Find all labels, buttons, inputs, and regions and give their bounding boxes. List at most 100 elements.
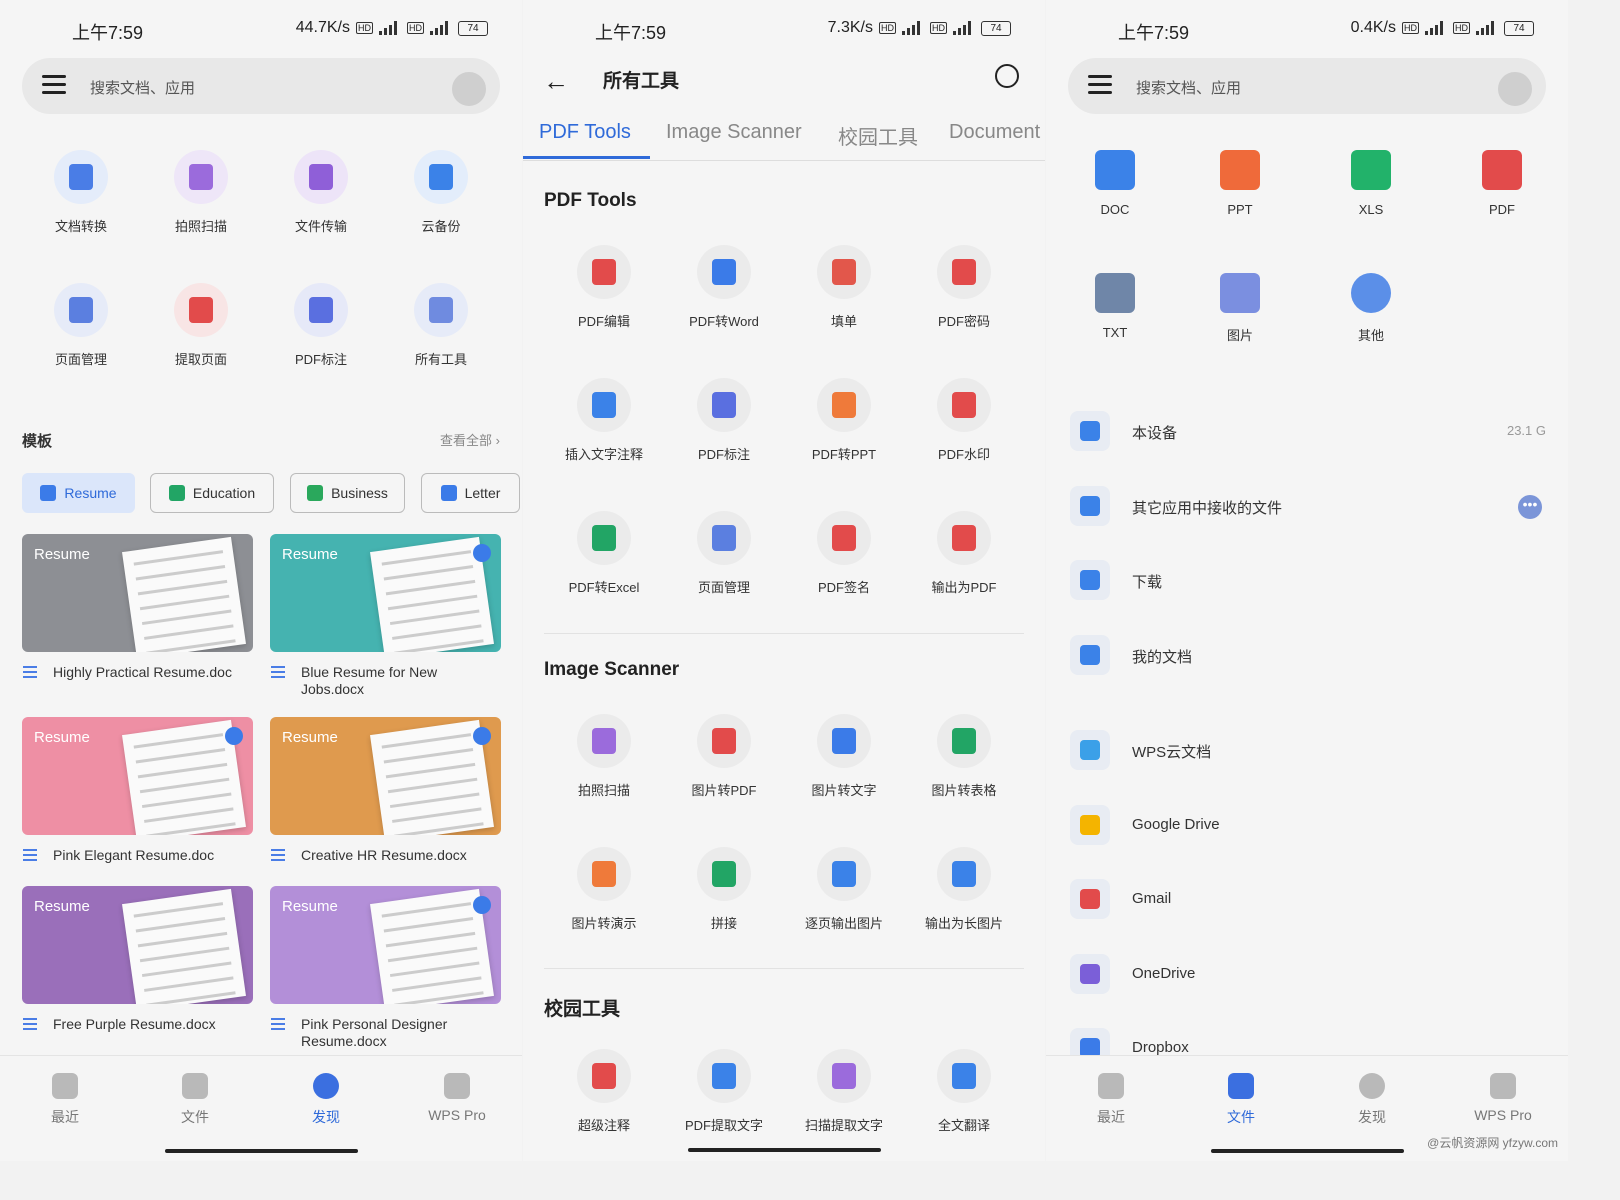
search-icon[interactable] [995,64,1019,88]
tool-item[interactable]: 页面管理 [669,511,779,596]
tool-item[interactable]: 插入文字注释 [549,378,659,463]
template-thumbnail[interactable]: Resume [22,886,253,1004]
tool-label: 图片转文字 [811,783,877,798]
tool-icon [937,245,991,299]
location-row[interactable]: 其它应用中接收的文件 ••• [1046,482,1568,532]
tool-page-manage[interactable]: 页面管理 [26,283,136,368]
tool-pdf-annotate[interactable]: PDF标注 [266,283,376,368]
back-arrow-icon[interactable]: ← [543,66,569,97]
filetype-2[interactable]: XLS [1326,150,1416,217]
template-name[interactable]: Creative HR Resume.docx [271,847,491,864]
location-row[interactable]: Gmail [1046,875,1568,925]
template-thumbnail[interactable]: Resume [22,717,253,835]
tool-scan[interactable]: 拍照扫描 [146,150,256,235]
template-name[interactable]: Free Purple Resume.docx [23,1016,243,1033]
tool-transfer[interactable]: 文件传输 [266,150,376,235]
tab-document[interactable]: Document [949,121,1040,144]
location-row[interactable]: Google Drive [1046,801,1568,851]
chip-letter[interactable]: Letter [421,473,520,513]
tool-label: PDF转PPT [811,447,877,462]
nav-wps-pro[interactable]: WPS Pro [1463,1073,1543,1123]
nav-discover[interactable]: 发现 [286,1073,366,1127]
template-thumbnail[interactable]: Resume [270,534,501,652]
battery-icon: 74 [981,20,1011,36]
location-row[interactable]: 本设备 23.1 G [1046,407,1568,457]
location-row[interactable]: 下载 [1046,556,1568,606]
status-bar: 上午7:59 7.3K/s HD HD 74 [523,16,1045,43]
document-icon [271,1018,285,1030]
tool-cloud[interactable]: 云备份 [386,150,496,235]
tool-icon [577,847,631,901]
filetype-6[interactable]: 其他 [1326,273,1416,344]
chip-label: Education [192,485,256,501]
tool-item[interactable]: 图片转PDF [669,714,779,799]
avatar[interactable] [450,70,488,108]
template-thumbnail[interactable]: Resume [270,886,501,1004]
template-thumbnail[interactable]: Resume [270,717,501,835]
nav-recent[interactable]: 最近 [25,1073,105,1127]
tool-label: 逐页输出图片 [804,916,883,931]
template-name[interactable]: Blue Resume for New Jobs.docx [271,664,491,698]
nav-discover[interactable]: 发现 [1332,1073,1412,1127]
filetype-5[interactable]: 图片 [1195,273,1285,344]
app-bar: ← 所有工具 [523,60,1045,100]
tool-item[interactable]: 拼接 [669,847,779,932]
bottom-area [523,1055,1045,1161]
filetype-4[interactable]: TXT [1070,273,1160,340]
menu-icon[interactable] [42,75,66,95]
location-row[interactable]: OneDrive [1046,950,1568,1000]
tool-label: 拍照扫描 [174,219,227,234]
tool-item[interactable]: 输出为PDF [909,511,1019,596]
search-bar[interactable]: 搜索文档、应用 [22,58,500,114]
tool-icon [697,511,751,565]
more-options-icon[interactable]: ••• [1518,495,1542,519]
nav-wps-pro[interactable]: WPS Pro [417,1073,497,1123]
tool-item[interactable]: 逐页输出图片 [789,847,899,932]
tool-item[interactable]: PDF签名 [789,511,899,596]
avatar[interactable] [1496,70,1534,108]
tool-item[interactable]: 图片转表格 [909,714,1019,799]
filetype-3[interactable]: PDF [1457,150,1547,217]
tool-item[interactable]: PDF转PPT [789,378,899,463]
tool-item[interactable]: PDF转Excel [549,511,659,596]
tool-item[interactable]: 拍照扫描 [549,714,659,799]
nav-recent[interactable]: 最近 [1071,1073,1151,1127]
template-name[interactable]: Pink Elegant Resume.doc [23,847,243,864]
tool-icon [577,511,631,565]
tool-label: 拼接 [710,916,737,931]
nav-files[interactable]: 文件 [155,1073,235,1127]
template-name[interactable]: Highly Practical Resume.doc [23,664,243,681]
filetype-1[interactable]: PPT [1195,150,1285,217]
tool-item[interactable]: PDF水印 [909,378,1019,463]
tool-item[interactable]: 图片转演示 [549,847,659,932]
tab-campus-tools[interactable]: 校园工具 [838,121,918,150]
tool-item[interactable]: PDF标注 [669,378,779,463]
tool-extract-page[interactable]: 提取页面 [146,283,256,368]
tool-item[interactable]: PDF转Word [669,245,779,330]
location-row[interactable]: WPS云文档 [1046,726,1568,776]
tool-doc-convert[interactable]: 文档转换 [26,150,136,235]
document-icon [23,1018,37,1030]
tool-item[interactable]: 图片转文字 [789,714,899,799]
home-indicator [1211,1149,1404,1153]
template-thumbnail[interactable]: Resume [22,534,253,652]
tab-pdf-tools[interactable]: PDF Tools [539,121,631,144]
status-bar: 上午7:59 44.7K/s HD HD 74 [0,16,522,43]
chip-business[interactable]: Business [290,473,405,513]
menu-icon[interactable] [1088,75,1112,95]
tab-image-scanner[interactable]: Image Scanner [666,121,802,144]
tool-more[interactable]: 所有工具 [386,283,496,368]
tool-item[interactable]: PDF编辑 [549,245,659,330]
tool-item[interactable]: 填单 [789,245,899,330]
chip-education[interactable]: Education [150,473,274,513]
chip-resume[interactable]: Resume [22,473,135,513]
location-row[interactable]: 我的文档 [1046,631,1568,681]
filetype-0[interactable]: DOC [1070,150,1160,217]
file-type-label: XLS [1358,202,1384,217]
tool-item[interactable]: PDF密码 [909,245,1019,330]
template-name[interactable]: Pink Personal Designer Resume.docx [271,1016,491,1050]
view-all-link[interactable]: 查看全部 › [440,430,500,449]
search-bar[interactable]: 搜索文档、应用 [1068,58,1546,114]
tool-item[interactable]: 输出为长图片 [909,847,1019,932]
nav-files[interactable]: 文件 [1201,1073,1281,1127]
